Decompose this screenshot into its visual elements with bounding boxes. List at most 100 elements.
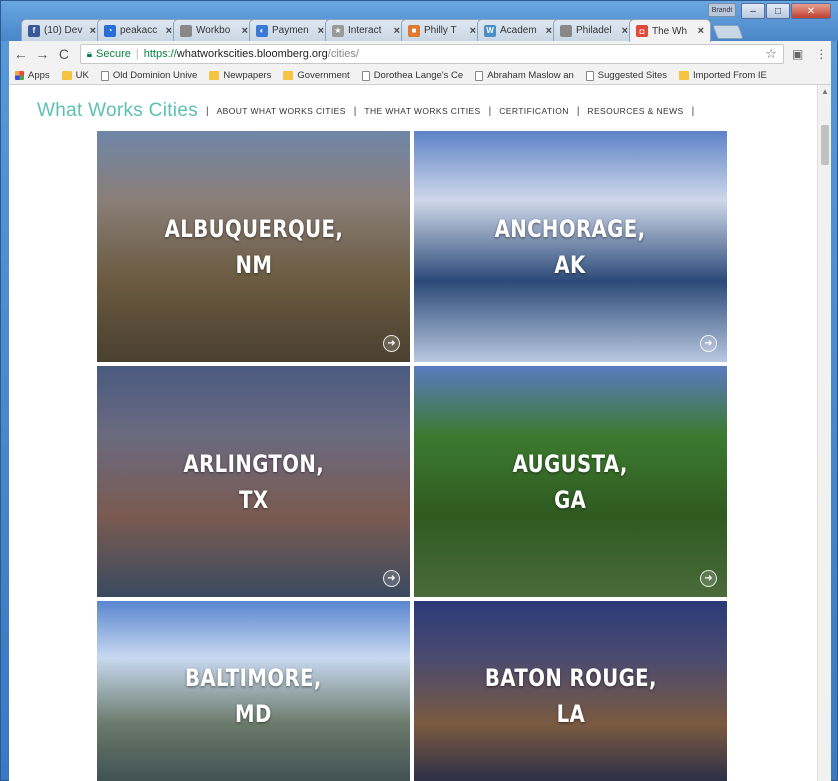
tab-favicon-icon — [560, 24, 572, 37]
scrollbar[interactable]: ▲ — [817, 85, 831, 781]
city-tile[interactable]: BALTIMORE, MD — [97, 601, 410, 781]
bookmark-item[interactable]: Dorothea Lange's Ce — [361, 70, 464, 81]
close-window-button[interactable]: ✕ — [791, 3, 831, 19]
menu-icon[interactable]: ⋮ — [811, 44, 831, 64]
back-button[interactable]: ← — [11, 44, 31, 64]
bookmark-item[interactable]: Abraham Maslow an — [475, 70, 574, 81]
tab-favicon-icon: ★ — [332, 24, 344, 37]
browser-tab[interactable]: ◘ The Wh × — [629, 19, 711, 42]
bookmark-star-icon[interactable]: ☆ — [765, 46, 777, 62]
scroll-up-icon[interactable]: ▲ — [821, 87, 829, 96]
city-tile[interactable]: ARLINGTON, TX ➜ — [97, 366, 410, 597]
tab-title: Academ — [500, 25, 537, 36]
tab-close-icon[interactable]: × — [470, 25, 476, 37]
tab-favicon-icon: f — [28, 24, 40, 37]
address-separator: | — [135, 48, 139, 60]
reload-button[interactable]: C — [54, 44, 74, 64]
browser-tab[interactable]: ■ Philly T × — [401, 19, 483, 41]
tab-favicon-icon: W — [484, 24, 496, 37]
tab-close-icon[interactable]: × — [622, 25, 628, 37]
city-tile[interactable]: BATON ROUGE, LA — [414, 601, 727, 781]
tab-close-icon[interactable]: × — [166, 25, 172, 37]
arrow-right-circle-icon[interactable]: ➜ — [383, 335, 400, 352]
extension-icon[interactable]: ▣ — [788, 44, 808, 64]
toolbar: ← → C 🔒︎ Secure | https:// whatworksciti… — [9, 41, 831, 67]
browser-tab[interactable]: W Academ × — [477, 19, 559, 41]
tab-close-icon[interactable]: × — [394, 25, 400, 37]
bookmark-label: Dorothea Lange's Ce — [373, 70, 464, 81]
tab-title: (10) Dev — [44, 25, 83, 36]
bookmark-item[interactable]: Imported From IE — [678, 70, 767, 81]
tab-close-icon[interactable]: × — [698, 25, 704, 37]
nav-link[interactable]: RESOURCES & NEWS — [587, 106, 683, 116]
tab-title: Philadel — [576, 25, 612, 36]
nav-separator: | — [353, 105, 357, 117]
bookmark-item[interactable]: UK — [61, 70, 89, 81]
browser-tab[interactable]: Workbo × — [173, 19, 255, 41]
city-name-line: BALTIMORE, — [185, 664, 322, 692]
tab-title: Philly T — [424, 25, 457, 36]
maximize-button[interactable]: □ — [766, 3, 790, 19]
page-icon — [475, 70, 484, 81]
state-abbrev: NM — [235, 250, 272, 279]
bookmarks-bar: Apps UK Old Dominion Unive Newpapers Governm… — [9, 67, 831, 85]
state-abbrev: MD — [235, 700, 272, 728]
city-name: ANCHORAGE, AK — [495, 211, 646, 283]
tab-close-icon[interactable]: × — [90, 25, 96, 37]
browser-tab[interactable]: f (10) Dev × — [21, 19, 103, 41]
bookmark-item[interactable]: Suggested Sites — [585, 70, 667, 81]
bookmark-item[interactable]: Old Dominion Unive — [100, 70, 197, 81]
nav-link[interactable]: CERTIFICATION — [499, 106, 569, 116]
url-path: /cities/ — [327, 48, 359, 60]
tab-title: The Wh — [652, 25, 688, 37]
arrow-right-circle-icon[interactable]: ➜ — [700, 335, 717, 352]
city-tile[interactable]: ALBUQUERQUE, NM ➜ — [97, 131, 410, 362]
tab-close-icon[interactable]: × — [242, 25, 248, 37]
state-abbrev: AK — [554, 250, 587, 279]
site-nav: What Works Cities | ABOUT WHAT WORKS CITI… — [37, 99, 702, 123]
city-name: ARLINGTON, TX — [183, 446, 324, 518]
browser-tab[interactable]: ◔ peakacc × — [97, 19, 179, 41]
new-tab-button[interactable] — [712, 25, 744, 39]
tab-close-icon[interactable]: × — [546, 25, 552, 37]
browser-tab[interactable]: ★ Interact × — [325, 19, 407, 41]
city-tile[interactable]: ANCHORAGE, AK ➜ — [414, 131, 727, 362]
tab-close-icon[interactable]: × — [318, 25, 324, 37]
folder-icon — [209, 71, 220, 80]
tab-favicon-icon: ◔ — [104, 24, 116, 37]
minimize-button[interactable]: – — [741, 3, 765, 19]
bookmark-label: UK — [75, 70, 89, 81]
bookmark-label: Abraham Maslow an — [487, 70, 574, 81]
browser-tab[interactable]: ◐ Paymen × — [249, 19, 331, 41]
nav-link[interactable]: ABOUT WHAT WORKS CITIES — [217, 106, 346, 116]
tab-favicon-icon: ■ — [408, 24, 420, 37]
site-logo[interactable]: What Works Cities — [37, 100, 198, 122]
city-name: BATON ROUGE, LA — [484, 660, 656, 732]
bookmark-item[interactable]: Newpapers — [209, 70, 271, 81]
bookmark-label: Government — [297, 70, 350, 81]
secure-label: Secure — [96, 48, 131, 60]
arrow-right-circle-icon[interactable]: ➜ — [700, 570, 717, 587]
city-name: AUGUSTA, GA — [513, 446, 628, 518]
tab-title: Interact — [348, 25, 382, 36]
address-bar[interactable]: 🔒︎ Secure | https:// whatworkscities.blo… — [79, 44, 784, 64]
apps-icon — [15, 71, 24, 80]
tab-favicon-icon: ◘ — [636, 25, 648, 37]
city-tile[interactable]: AUGUSTA, GA ➜ — [414, 366, 727, 597]
city-name: BALTIMORE, MD — [185, 660, 322, 732]
nav-link[interactable]: THE WHAT WORKS CITIES — [364, 106, 480, 116]
arrow-right-circle-icon[interactable]: ➜ — [383, 570, 400, 587]
page-icon — [100, 70, 109, 81]
page-icon — [361, 70, 370, 81]
scroll-thumb[interactable] — [821, 125, 829, 165]
folder-icon — [678, 71, 689, 80]
bookmark-item[interactable]: Government — [283, 70, 350, 81]
nav-separator: | — [691, 105, 695, 117]
forward-button[interactable]: → — [33, 44, 53, 64]
bookmark-item[interactable]: Apps — [15, 70, 50, 81]
url-protocol: https:// — [143, 48, 177, 60]
tabs: f (10) Dev × ◔ peakacc × Workbo × ◐ Paymen × ★ Inter… — [21, 19, 744, 42]
city-name-line: ARLINGTON, — [183, 449, 324, 478]
browser-tab[interactable]: Philadel × — [553, 19, 635, 41]
profile-button[interactable]: Brandt — [708, 3, 736, 17]
